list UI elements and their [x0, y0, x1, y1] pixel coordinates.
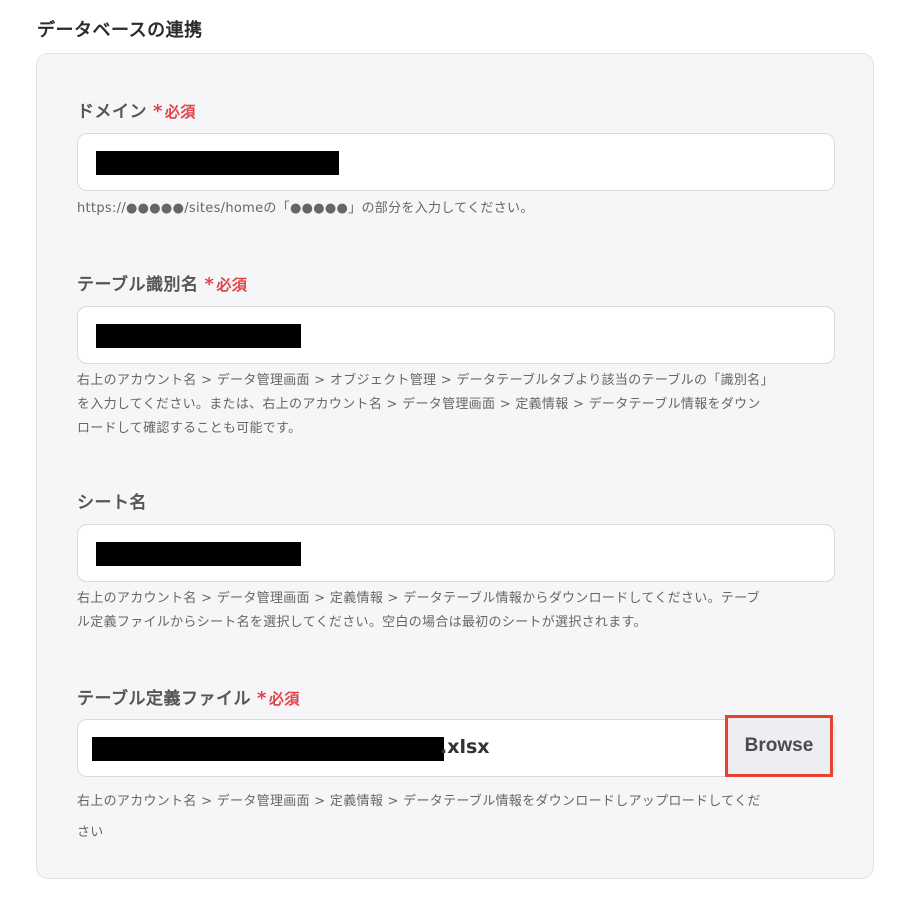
help-line: ル定義ファイルからシート名を選択してください。空白の場合は最初のシートが選択され…	[77, 615, 647, 630]
required-star: *	[256, 688, 267, 709]
redacted-value	[96, 151, 339, 175]
field-label-text: テーブル定義ファイル	[77, 689, 251, 709]
required-text: 必須	[216, 276, 248, 294]
field-label-domain: ドメイン * 必須	[77, 97, 196, 122]
file-extension: .xlsx	[440, 736, 490, 758]
table-id-help-text: 右上のアカウント名 > データ管理画面 > オブジェクト管理 > データテーブル…	[77, 369, 837, 441]
redacted-value	[96, 542, 301, 566]
help-line: を入力してください。または、右上のアカウント名 > データ管理画面 > 定義情報…	[77, 397, 761, 412]
page-title: データベースの連携	[37, 20, 203, 41]
required-star: *	[204, 274, 215, 295]
redacted-value	[92, 737, 444, 761]
table-id-input[interactable]	[77, 306, 835, 364]
help-line: ロードして確認することも可能です。	[77, 421, 302, 436]
definition-file-input[interactable]: .xlsx	[77, 719, 835, 777]
help-line: 右上のアカウント名 > データ管理画面 > 定義情報 > データテーブル情報から…	[77, 591, 760, 606]
domain-input[interactable]	[77, 133, 835, 191]
required-badge: * 必須	[256, 688, 300, 709]
field-label-text: ドメイン	[77, 102, 147, 122]
required-badge: * 必須	[204, 274, 248, 295]
domain-help-text: https://●●●●●/sites/homeの「●●●●●」の部分を入力して…	[77, 201, 534, 216]
field-label-text: テーブル識別名	[77, 275, 199, 295]
help-line: さい	[77, 825, 104, 840]
required-text: 必須	[164, 103, 196, 121]
help-line: 右上のアカウント名 > データ管理画面 > オブジェクト管理 > データテーブル…	[77, 373, 774, 388]
field-label-sheet-name: シート名	[77, 488, 147, 513]
help-line: 右上のアカウント名 > データ管理画面 > 定義情報 > データテーブル情報をダ…	[77, 794, 761, 809]
required-star: *	[153, 101, 163, 122]
field-label-text: シート名	[77, 493, 147, 513]
sheet-name-input[interactable]	[77, 524, 835, 582]
redacted-value	[96, 324, 301, 348]
required-badge: * 必須	[153, 101, 196, 122]
definition-file-help-text: 右上のアカウント名 > データ管理画面 > 定義情報 > データテーブル情報をダ…	[77, 786, 837, 848]
sheet-name-help-text: 右上のアカウント名 > データ管理画面 > 定義情報 > データテーブル情報から…	[77, 587, 837, 635]
browse-button[interactable]: Browse	[725, 715, 833, 777]
field-label-definition-file: テーブル定義ファイル * 必須	[77, 684, 300, 709]
required-text: 必須	[268, 690, 300, 708]
field-label-table-id: テーブル識別名 * 必須	[77, 270, 247, 295]
